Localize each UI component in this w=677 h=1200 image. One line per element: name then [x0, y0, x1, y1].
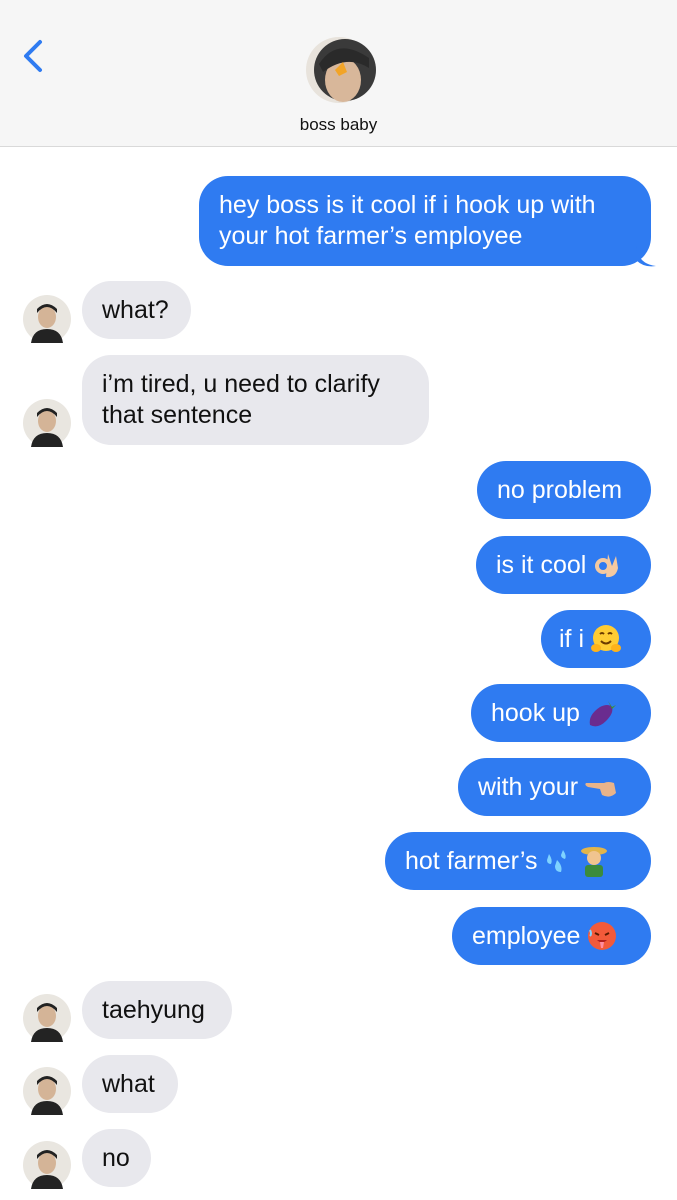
conversation-header: boss baby: [0, 0, 677, 147]
message-bubble-sent[interactable]: no problem: [477, 461, 651, 519]
hot-face-emoji: [588, 922, 617, 950]
message-bubble-received[interactable]: what: [82, 1055, 178, 1113]
message-text: is it cool: [496, 550, 587, 579]
message-text: hook up: [491, 698, 580, 727]
message-bubble-sent[interactable]: hey boss is it cool if i hook up with yo…: [199, 176, 651, 266]
pointing-left-hand-emoji: [585, 782, 617, 797]
message-text: employee: [472, 921, 581, 950]
message-bubble-received[interactable]: what?: [82, 281, 191, 339]
message-text: with your: [478, 772, 579, 801]
eggplant-emoji: [589, 701, 616, 727]
back-button[interactable]: [18, 36, 52, 76]
message-text: no problem: [497, 475, 623, 504]
avatar[interactable]: [23, 399, 71, 447]
avatar[interactable]: [23, 295, 71, 343]
ok-hand-emoji: [595, 554, 619, 578]
message-bubble-received[interactable]: taehyung: [82, 981, 232, 1039]
hugging-face-emoji: [591, 625, 621, 652]
message-bubble-sent[interactable]: employee: [452, 907, 651, 965]
message-bubble-received[interactable]: i’m tired, u need to clarify that senten…: [82, 355, 429, 445]
sweat-droplets-emoji: [547, 850, 567, 872]
message-bubble-received[interactable]: no: [82, 1129, 151, 1187]
message-text: no: [102, 1143, 130, 1172]
message-bubble-sent[interactable]: with your: [458, 758, 651, 816]
message-text: hey boss is it cool if i hook up with yo…: [219, 191, 596, 250]
bubble-tail: [636, 246, 656, 267]
message-text: hot farmer’s: [405, 846, 538, 875]
message-bubble-sent[interactable]: if i: [541, 610, 651, 668]
message-text: what?: [102, 295, 169, 324]
message-text: taehyung: [102, 995, 205, 1024]
farmer-emoji: [581, 847, 608, 877]
contact-name[interactable]: boss baby: [0, 115, 677, 135]
message-bubble-sent[interactable]: is it cool: [476, 536, 651, 594]
message-bubble-sent[interactable]: hook up: [471, 684, 651, 742]
avatar[interactable]: [23, 994, 71, 1042]
avatar[interactable]: [23, 1141, 71, 1189]
avatar[interactable]: [23, 1067, 71, 1115]
chevron-left-icon: [24, 40, 42, 72]
contact-avatar[interactable]: [297, 36, 381, 104]
message-bubble-sent[interactable]: hot farmer’s: [385, 832, 651, 890]
message-text: if i: [559, 624, 584, 653]
message-text: i’m tired, u need to clarify that senten…: [102, 370, 380, 429]
message-text: what: [102, 1069, 155, 1098]
